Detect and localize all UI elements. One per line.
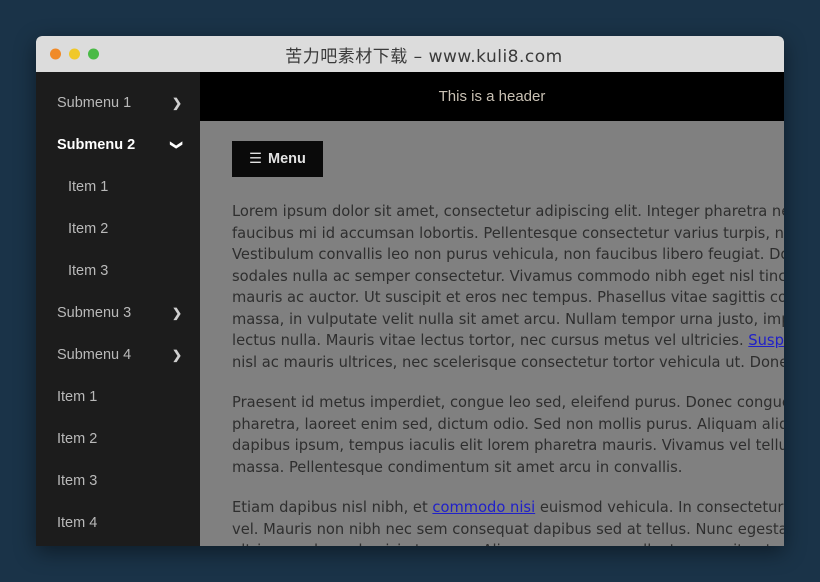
minimize-button-icon[interactable] [69, 48, 80, 60]
paragraph: Lorem ipsum dolor sit amet, consectetur … [232, 201, 784, 373]
sidebar-item-submenu-3[interactable]: Submenu 3 ❯ [36, 292, 200, 334]
sidebar-item-label: Submenu 4 [57, 347, 132, 363]
sidebar-item-label: Submenu 2 [57, 137, 136, 153]
sidebar-item-item-2[interactable]: Item 2 [36, 208, 200, 250]
sidebar-item-submenu-2[interactable]: Submenu 2 ❯ [36, 124, 200, 166]
sidebar-item-label: Submenu 3 [57, 305, 132, 321]
body-text: Praesent id metus imperdiet, congue leo … [232, 394, 784, 476]
sidebar-item-label: Submenu 1 [57, 95, 132, 111]
article-text: Lorem ipsum dolor sit amet, consectetur … [232, 201, 784, 546]
content-area: ☰ Menu Lorem ipsum dolor sit amet, consec… [200, 121, 784, 546]
main-pane: This is a header ☰ Menu Lorem ipsum dolor… [200, 72, 784, 546]
paragraph: Praesent id metus imperdiet, congue leo … [232, 392, 784, 478]
menu-button[interactable]: ☰ Menu [232, 141, 323, 177]
chevron-right-icon: ❯ [171, 348, 182, 362]
sidebar-item-item-4[interactable]: Item 4 [36, 502, 200, 544]
hamburger-icon: ☰ [249, 151, 262, 167]
sidebar-item-item-1[interactable]: Item 1 [36, 376, 200, 418]
sidebar-item-label: Item 3 [68, 263, 109, 279]
sidebar-item-item-2[interactable]: Item 2 [36, 418, 200, 460]
sidebar-item-label: Item 3 [57, 473, 98, 489]
close-button-icon[interactable] [50, 48, 61, 60]
browser-window: 苦力吧素材下载 – www.kuli8.com Submenu 1 ❯ Submen… [36, 36, 784, 546]
menu-button-label: Menu [268, 151, 306, 167]
sidebar-item-label: Item 1 [68, 179, 109, 195]
maximize-button-icon[interactable] [88, 48, 99, 60]
window-controls [50, 48, 99, 60]
sidebar-item-item-3[interactable]: Item 3 [36, 250, 200, 292]
body-text: Etiam dapibus nisl nibh, et [232, 499, 433, 516]
page-header-text: This is a header [438, 88, 546, 105]
sidebar-item-label: Item 2 [68, 221, 109, 237]
sidebar-item-submenu-1[interactable]: Submenu 1 ❯ [36, 82, 200, 124]
window-titlebar: 苦力吧素材下载 – www.kuli8.com [36, 36, 784, 72]
paragraph: Etiam dapibus nisl nibh, et commodo nisi… [232, 497, 784, 546]
chevron-right-icon: ❯ [171, 96, 182, 110]
sidebar-item-item-3[interactable]: Item 3 [36, 460, 200, 502]
body-text: Lorem ipsum dolor sit amet, consectetur … [232, 203, 784, 349]
body-link[interactable]: Suspendisse viverra [748, 332, 784, 349]
chevron-right-icon: ❯ [171, 306, 182, 320]
sidebar-item-label: Item 2 [57, 431, 98, 447]
body-link[interactable]: commodo nisi [432, 499, 535, 516]
sidebar-item-item-1[interactable]: Item 1 [36, 166, 200, 208]
chevron-down-icon: ❯ [169, 139, 184, 151]
sidebar-nav: Submenu 1 ❯ Submenu 2 ❯ Item 1 Item 2 Item 3 Su… [36, 72, 200, 546]
page-header: This is a header [200, 72, 784, 121]
window-title: 苦力吧素材下载 – www.kuli8.com [285, 46, 563, 67]
sidebar-item-label: Item 1 [57, 389, 98, 405]
sidebar-item-submenu-4[interactable]: Submenu 4 ❯ [36, 334, 200, 376]
window-body: Submenu 1 ❯ Submenu 2 ❯ Item 1 Item 2 Item 3 Su… [36, 72, 784, 546]
sidebar-item-label: Item 4 [57, 515, 98, 531]
